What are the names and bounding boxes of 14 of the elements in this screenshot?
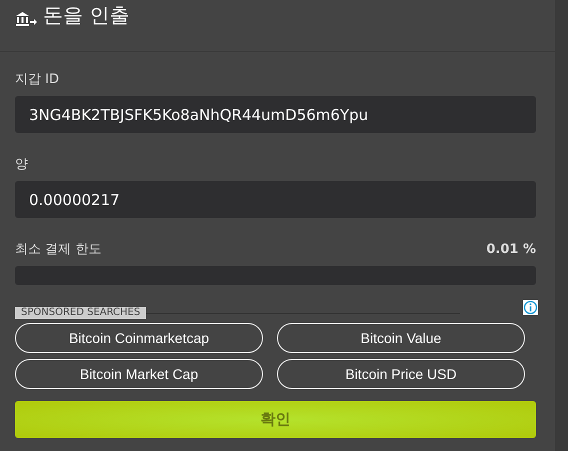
info-icon[interactable]	[523, 300, 538, 314]
input-field[interactable]: 3NG4BK2TBJSFK5Ko8aNhQR44umD56m6Ypu	[15, 96, 536, 133]
limit-label: 최소 결제 한도	[15, 241, 102, 258]
sponsored-label: SPONSORED SEARCHES	[15, 307, 146, 319]
window-title: 돈을 인출	[43, 2, 130, 29]
input-field[interactable]: 0.00000217	[15, 181, 536, 218]
bank-icon	[15, 12, 37, 26]
field-label: 양	[15, 156, 29, 173]
search-link[interactable]: Bitcoin Value	[277, 323, 525, 353]
search-link[interactable]: Bitcoin Price USD	[277, 359, 525, 389]
search-link[interactable]: Bitcoin Coinmarketcap	[15, 323, 263, 353]
limit-reading: 0.01 %	[486, 242, 536, 256]
search-link[interactable]: Bitcoin Market Cap	[15, 359, 263, 389]
field-label: 지갑 ID	[15, 71, 60, 88]
